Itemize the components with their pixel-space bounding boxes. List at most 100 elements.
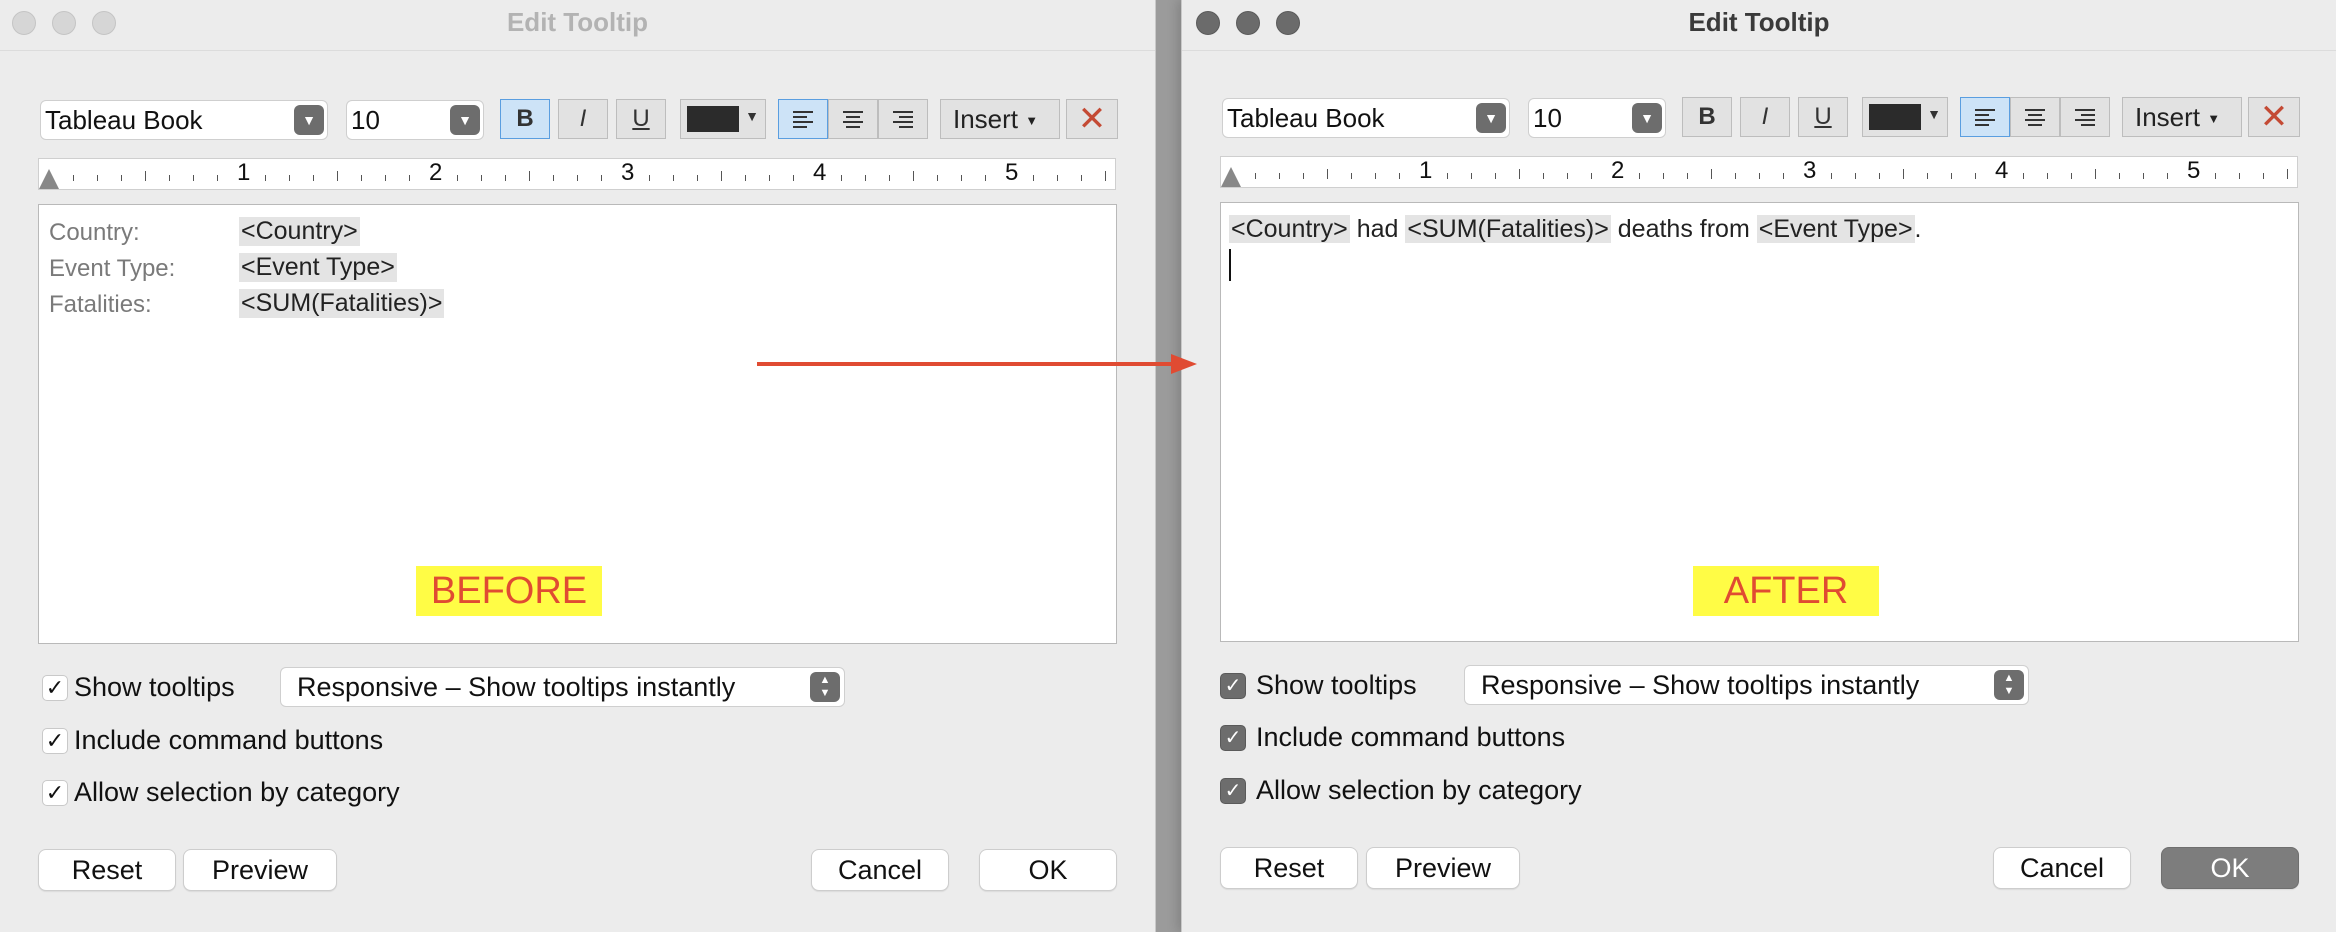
ruler-tick — [145, 171, 146, 181]
field-label: Event Type: — [49, 255, 176, 282]
font-family-select[interactable]: Tableau Book ▼ — [1222, 98, 1510, 138]
ruler-number: 3 — [621, 159, 635, 186]
ruler-number: 4 — [813, 159, 827, 186]
color-swatch — [687, 106, 739, 132]
chevron-down-icon: ▼ — [294, 105, 324, 135]
ruler-tick — [1591, 173, 1592, 179]
chevron-down-icon: ▼ — [1927, 106, 1941, 122]
ruler-number: 1 — [1419, 157, 1433, 184]
left-indent-marker[interactable] — [1221, 167, 1241, 187]
edit-tooltip-dialog-before: Edit Tooltip Tableau Book ▼ 10 ▼ B I U ▼… — [0, 0, 1156, 932]
field-token: <Country> — [1229, 215, 1350, 243]
font-size-value: 10 — [351, 105, 380, 135]
bold-button[interactable]: B — [1682, 97, 1732, 137]
ruler-tick — [97, 175, 98, 181]
clear-formatting-button[interactable]: ✕ — [1066, 99, 1118, 139]
preview-button[interactable]: Preview — [1366, 847, 1520, 889]
ruler-tick — [409, 175, 410, 181]
insert-menu-button[interactable]: Insert ▼ — [940, 99, 1060, 139]
allow-selection-checkbox[interactable]: ✓ — [1220, 778, 1246, 804]
include-command-buttons-checkbox[interactable]: ✓ — [1220, 725, 1246, 751]
tooltip-mode-select[interactable]: Responsive – Show tooltips instantly ▲ ▼ — [280, 667, 845, 707]
cancel-button[interactable]: Cancel — [811, 849, 949, 891]
show-tooltips-label: Show tooltips — [1256, 670, 1417, 700]
font-size-select[interactable]: 10 ▼ — [346, 100, 484, 140]
align-right-button[interactable] — [878, 99, 928, 139]
ruler-tick — [601, 175, 602, 181]
edit-tooltip-dialog-after: Edit Tooltip Tableau Book ▼ 10 ▼ B I U ▼… — [1181, 0, 2336, 932]
text-color-button[interactable]: ▼ — [680, 99, 766, 139]
ruler-tick — [1447, 173, 1448, 179]
ruler-tick — [553, 175, 554, 181]
underline-button[interactable]: U — [616, 99, 666, 139]
reset-button[interactable]: Reset — [38, 849, 176, 891]
ruler-number: 5 — [1005, 159, 1019, 186]
ruler-number: 2 — [429, 159, 443, 186]
text-color-button[interactable]: ▼ — [1862, 97, 1948, 137]
align-center-button[interactable] — [828, 99, 878, 139]
ruler-tick — [1879, 173, 1880, 179]
italic-button[interactable]: I — [558, 99, 608, 139]
ruler-tick — [1543, 173, 1544, 179]
left-indent-marker[interactable] — [39, 169, 59, 189]
ruler-tick — [361, 175, 362, 181]
title-bar: Edit Tooltip — [0, 0, 1155, 51]
align-left-button[interactable] — [778, 99, 828, 139]
chevron-down-icon: ▼ — [1632, 103, 1662, 133]
reset-button[interactable]: Reset — [1220, 847, 1358, 889]
ruler-tick — [1057, 175, 1058, 181]
dialog-title: Edit Tooltip — [506, 7, 649, 37]
italic-button[interactable]: I — [1740, 97, 1790, 137]
tooltip-editor[interactable]: <Country> had <SUM(Fatalities)> deaths f… — [1220, 202, 2299, 642]
ruler-tick — [1375, 173, 1376, 179]
include-command-buttons-checkbox[interactable]: ✓ — [42, 728, 68, 754]
align-center-button[interactable] — [2010, 97, 2060, 137]
show-tooltips-checkbox[interactable]: ✓ — [1220, 673, 1246, 699]
ruler-tick — [1687, 173, 1688, 179]
align-center-icon — [2025, 109, 2045, 126]
bold-button[interactable]: B — [500, 99, 550, 139]
sentence-text: . — [1914, 215, 1922, 243]
ruler-tick — [1033, 175, 1034, 181]
chevron-down-icon: ▼ — [1025, 113, 1039, 129]
ruler-tick — [1639, 173, 1640, 179]
underline-button[interactable]: U — [1798, 97, 1848, 137]
allow-selection-checkbox[interactable]: ✓ — [42, 780, 68, 806]
include-command-buttons-label: Include command buttons — [74, 725, 384, 755]
font-size-select[interactable]: 10 ▼ — [1528, 98, 1666, 138]
ruler-tick — [721, 171, 722, 181]
tooltip-editor[interactable]: Country: <Country> Event Type: <Event Ty… — [38, 204, 1117, 644]
chevron-down-icon: ▼ — [2207, 111, 2221, 127]
font-family-select[interactable]: Tableau Book ▼ — [40, 100, 328, 140]
ruler-tick — [2095, 169, 2096, 179]
field-token: <SUM(Fatalities)> — [1405, 215, 1611, 243]
font-family-value: Tableau Book — [1227, 103, 1385, 133]
ruler-number: 4 — [1995, 157, 2009, 184]
sentence-text: had — [1349, 215, 1406, 243]
ruler-tick — [577, 175, 578, 181]
sentence-text: deaths from — [1610, 215, 1757, 243]
ruler-tick — [1567, 173, 1568, 179]
ruler-tick — [2143, 173, 2144, 179]
ruler-tick — [313, 175, 314, 181]
ruler-tick — [2071, 173, 2072, 179]
ok-button[interactable]: OK — [979, 849, 1117, 891]
ruler-tick — [1975, 173, 1976, 179]
tooltip-mode-select[interactable]: Responsive – Show tooltips instantly ▲ ▼ — [1464, 665, 2029, 705]
ruler-tick — [289, 175, 290, 181]
ruler-tick — [337, 171, 338, 181]
field-label: Country: — [49, 219, 140, 246]
align-left-button[interactable] — [1960, 97, 2010, 137]
insert-menu-button[interactable]: Insert ▼ — [2122, 97, 2242, 137]
ruler-number: 2 — [1611, 157, 1625, 184]
show-tooltips-checkbox[interactable]: ✓ — [42, 675, 68, 701]
preview-button[interactable]: Preview — [183, 849, 337, 891]
cancel-button[interactable]: Cancel — [1993, 847, 2131, 889]
ruler-tick — [793, 175, 794, 181]
align-right-button[interactable] — [2060, 97, 2110, 137]
ruler-tick — [673, 175, 674, 181]
ok-button[interactable]: OK — [2161, 847, 2299, 889]
align-left-icon — [1975, 109, 1995, 126]
clear-formatting-button[interactable]: ✕ — [2248, 97, 2300, 137]
ruler-tick — [937, 175, 938, 181]
